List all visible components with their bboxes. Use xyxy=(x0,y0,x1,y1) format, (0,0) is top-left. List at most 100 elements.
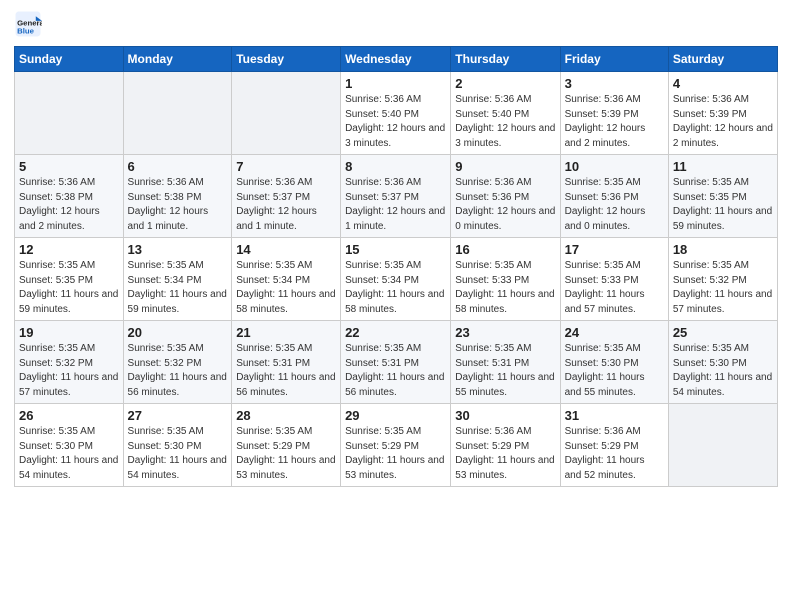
day-number: 23 xyxy=(455,325,555,340)
day-info: Sunrise: 5:35 AM Sunset: 5:35 PM Dayligh… xyxy=(673,176,773,234)
day-cell: 22 Sunrise: 5:35 AM Sunset: 5:31 PM Dayli… xyxy=(341,321,451,404)
day-cell: 4 Sunrise: 5:36 AM Sunset: 5:39 PM Daylig… xyxy=(668,72,777,155)
day-number: 9 xyxy=(455,159,555,174)
day-cell: 14 Sunrise: 5:35 AM Sunset: 5:34 PM Dayli… xyxy=(232,238,341,321)
day-info: Sunrise: 5:35 AM Sunset: 5:32 PM Dayligh… xyxy=(128,342,228,400)
day-cell: 13 Sunrise: 5:35 AM Sunset: 5:34 PM Dayli… xyxy=(123,238,232,321)
day-number: 18 xyxy=(673,242,773,257)
day-cell: 9 Sunrise: 5:36 AM Sunset: 5:36 PM Daylig… xyxy=(451,155,560,238)
svg-text:Blue: Blue xyxy=(17,26,35,35)
day-info: Sunrise: 5:35 AM Sunset: 5:33 PM Dayligh… xyxy=(565,259,664,317)
weekday-header-row: SundayMondayTuesdayWednesdayThursdayFrid… xyxy=(15,47,778,72)
day-number: 7 xyxy=(236,159,336,174)
day-cell: 23 Sunrise: 5:35 AM Sunset: 5:31 PM Dayli… xyxy=(451,321,560,404)
day-cell: 1 Sunrise: 5:36 AM Sunset: 5:40 PM Daylig… xyxy=(341,72,451,155)
day-info: Sunrise: 5:36 AM Sunset: 5:39 PM Dayligh… xyxy=(673,93,773,151)
day-cell: 11 Sunrise: 5:35 AM Sunset: 5:35 PM Dayli… xyxy=(668,155,777,238)
day-number: 22 xyxy=(345,325,446,340)
day-cell: 15Sunrise: 5:35 AM Sunset: 5:34 PM Dayli… xyxy=(341,238,451,321)
day-number: 25 xyxy=(673,325,773,340)
day-cell: 21Sunrise: 5:35 AM Sunset: 5:31 PM Dayli… xyxy=(232,321,341,404)
day-info: Sunrise: 5:36 AM Sunset: 5:40 PM Dayligh… xyxy=(455,93,555,151)
day-cell: 3 Sunrise: 5:36 AM Sunset: 5:39 PM Daylig… xyxy=(560,72,668,155)
weekday-header-monday: Monday xyxy=(123,47,232,72)
day-info: Sunrise: 5:36 AM Sunset: 5:38 PM Dayligh… xyxy=(19,176,119,234)
day-cell: 27 Sunrise: 5:35 AM Sunset: 5:30 PM Dayli… xyxy=(123,404,232,487)
day-info: Sunrise: 5:36 AM Sunset: 5:37 PM Dayligh… xyxy=(345,176,446,234)
weekday-header-friday: Friday xyxy=(560,47,668,72)
page: General Blue SundayMondayTuesdayWednesda… xyxy=(0,0,792,612)
day-number: 8 xyxy=(345,159,446,174)
day-number: 14 xyxy=(236,242,336,257)
day-info: Sunrise: 5:35 AM Sunset: 5:30 PM Dayligh… xyxy=(128,425,228,483)
week-row-2: 5 Sunrise: 5:36 AM Sunset: 5:38 PM Daylig… xyxy=(15,155,778,238)
day-number: 5 xyxy=(19,159,119,174)
day-info: Sunrise: 5:35 AM Sunset: 5:34 PM Dayligh… xyxy=(236,259,336,317)
weekday-header-tuesday: Tuesday xyxy=(232,47,341,72)
day-cell: 29Sunrise: 5:35 AM Sunset: 5:29 PM Dayli… xyxy=(341,404,451,487)
day-info: Sunrise: 5:35 AM Sunset: 5:34 PM Dayligh… xyxy=(128,259,228,317)
weekday-header-saturday: Saturday xyxy=(668,47,777,72)
day-info: Sunrise: 5:36 AM Sunset: 5:29 PM Dayligh… xyxy=(565,425,664,483)
day-number: 21 xyxy=(236,325,336,340)
day-info: Sunrise: 5:35 AM Sunset: 5:31 PM Dayligh… xyxy=(455,342,555,400)
day-info: Sunrise: 5:36 AM Sunset: 5:36 PM Dayligh… xyxy=(455,176,555,234)
week-row-4: 19 Sunrise: 5:35 AM Sunset: 5:32 PM Dayli… xyxy=(15,321,778,404)
day-info: Sunrise: 5:36 AM Sunset: 5:38 PM Dayligh… xyxy=(128,176,228,234)
day-cell xyxy=(15,72,124,155)
day-number: 6 xyxy=(128,159,228,174)
day-number: 19 xyxy=(19,325,119,340)
day-cell xyxy=(232,72,341,155)
day-cell: 2 Sunrise: 5:36 AM Sunset: 5:40 PM Daylig… xyxy=(451,72,560,155)
day-cell: 19 Sunrise: 5:35 AM Sunset: 5:32 PM Dayli… xyxy=(15,321,124,404)
day-info: Sunrise: 5:35 AM Sunset: 5:30 PM Dayligh… xyxy=(19,425,119,483)
day-cell: 16 Sunrise: 5:35 AM Sunset: 5:33 PM Dayli… xyxy=(451,238,560,321)
day-number: 1 xyxy=(345,76,446,91)
day-info: Sunrise: 5:36 AM Sunset: 5:29 PM Dayligh… xyxy=(455,425,555,483)
day-cell: 7 Sunrise: 5:36 AM Sunset: 5:37 PM Daylig… xyxy=(232,155,341,238)
day-cell xyxy=(668,404,777,487)
day-number: 15 xyxy=(345,242,446,257)
week-row-3: 12 Sunrise: 5:35 AM Sunset: 5:35 PM Dayli… xyxy=(15,238,778,321)
day-number: 16 xyxy=(455,242,555,257)
header: General Blue xyxy=(14,10,778,38)
logo-icon: General Blue xyxy=(14,10,42,38)
day-number: 30 xyxy=(455,408,555,423)
day-cell: 31 Sunrise: 5:36 AM Sunset: 5:29 PM Dayli… xyxy=(560,404,668,487)
day-cell: 20Sunrise: 5:35 AM Sunset: 5:32 PM Dayli… xyxy=(123,321,232,404)
day-number: 10 xyxy=(565,159,664,174)
day-number: 2 xyxy=(455,76,555,91)
day-number: 13 xyxy=(128,242,228,257)
week-row-1: 1 Sunrise: 5:36 AM Sunset: 5:40 PM Daylig… xyxy=(15,72,778,155)
day-info: Sunrise: 5:35 AM Sunset: 5:35 PM Dayligh… xyxy=(19,259,119,317)
day-info: Sunrise: 5:35 AM Sunset: 5:31 PM Dayligh… xyxy=(345,342,446,400)
day-info: Sunrise: 5:35 AM Sunset: 5:36 PM Dayligh… xyxy=(565,176,664,234)
day-cell: 25 Sunrise: 5:35 AM Sunset: 5:30 PM Dayli… xyxy=(668,321,777,404)
day-number: 27 xyxy=(128,408,228,423)
day-number: 11 xyxy=(673,159,773,174)
day-cell: 17Sunrise: 5:35 AM Sunset: 5:33 PM Dayli… xyxy=(560,238,668,321)
weekday-header-sunday: Sunday xyxy=(15,47,124,72)
weekday-header-wednesday: Wednesday xyxy=(341,47,451,72)
day-info: Sunrise: 5:36 AM Sunset: 5:40 PM Dayligh… xyxy=(345,93,446,151)
day-info: Sunrise: 5:36 AM Sunset: 5:37 PM Dayligh… xyxy=(236,176,336,234)
day-number: 4 xyxy=(673,76,773,91)
day-number: 29 xyxy=(345,408,446,423)
day-number: 3 xyxy=(565,76,664,91)
day-info: Sunrise: 5:36 AM Sunset: 5:39 PM Dayligh… xyxy=(565,93,664,151)
day-number: 31 xyxy=(565,408,664,423)
day-cell: 28Sunrise: 5:35 AM Sunset: 5:29 PM Dayli… xyxy=(232,404,341,487)
day-number: 24 xyxy=(565,325,664,340)
day-info: Sunrise: 5:35 AM Sunset: 5:32 PM Dayligh… xyxy=(19,342,119,400)
day-cell: 18 Sunrise: 5:35 AM Sunset: 5:32 PM Dayli… xyxy=(668,238,777,321)
day-cell: 6 Sunrise: 5:36 AM Sunset: 5:38 PM Daylig… xyxy=(123,155,232,238)
day-info: Sunrise: 5:35 AM Sunset: 5:30 PM Dayligh… xyxy=(565,342,664,400)
day-info: Sunrise: 5:35 AM Sunset: 5:32 PM Dayligh… xyxy=(673,259,773,317)
day-info: Sunrise: 5:35 AM Sunset: 5:30 PM Dayligh… xyxy=(673,342,773,400)
day-cell: 24 Sunrise: 5:35 AM Sunset: 5:30 PM Dayli… xyxy=(560,321,668,404)
day-cell: 8 Sunrise: 5:36 AM Sunset: 5:37 PM Daylig… xyxy=(341,155,451,238)
day-cell: 5 Sunrise: 5:36 AM Sunset: 5:38 PM Daylig… xyxy=(15,155,124,238)
day-info: Sunrise: 5:35 AM Sunset: 5:33 PM Dayligh… xyxy=(455,259,555,317)
day-number: 28 xyxy=(236,408,336,423)
day-number: 12 xyxy=(19,242,119,257)
